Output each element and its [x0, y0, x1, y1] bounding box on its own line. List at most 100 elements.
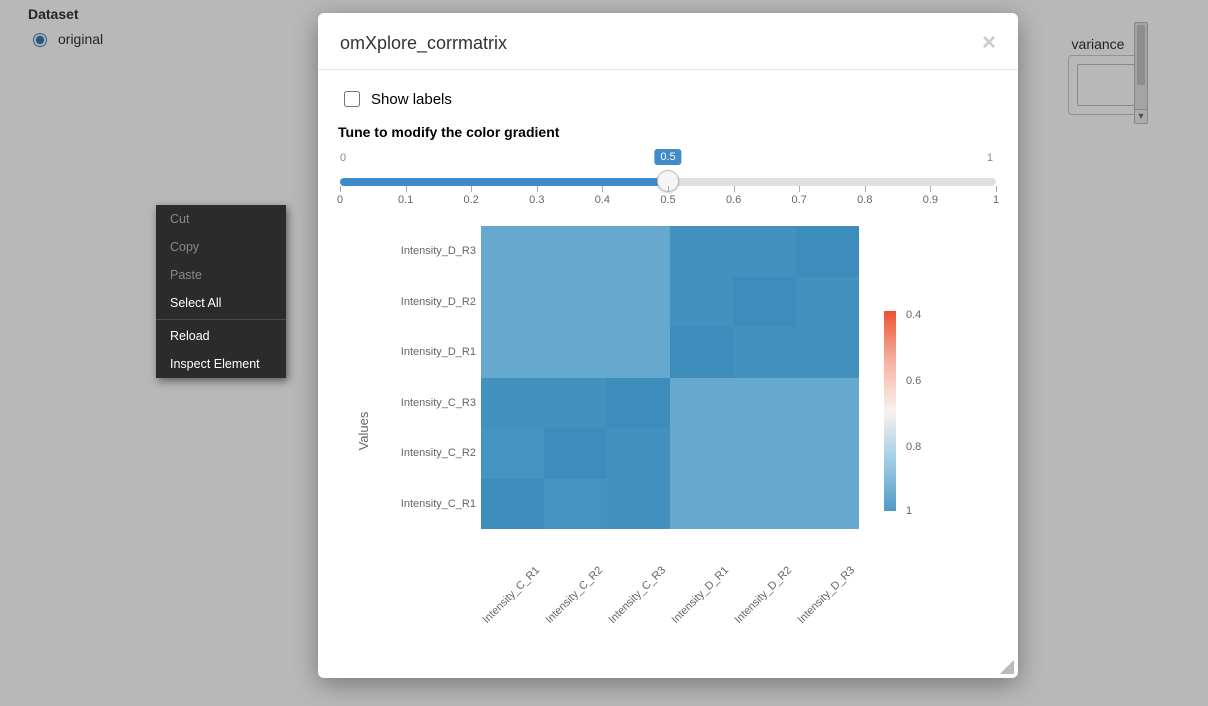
heatmap-cell[interactable]	[796, 327, 859, 378]
slider-tick-label: 0.1	[398, 194, 413, 206]
slider-tick	[996, 186, 997, 192]
heatmap-cell[interactable]	[733, 277, 796, 328]
ctx-select-all[interactable]: Select All	[156, 289, 286, 317]
slider-tick	[734, 186, 735, 192]
heatmap-cell[interactable]	[607, 277, 670, 328]
slider-tick-label: 0.6	[726, 194, 741, 206]
heatmap-cell[interactable]	[544, 327, 607, 378]
x-tick-label: Intensity_D_R1	[669, 564, 731, 626]
heatmap-cell[interactable]	[670, 277, 733, 328]
close-icon[interactable]: ×	[982, 31, 996, 55]
heatmap-cell[interactable]	[544, 479, 607, 530]
slider-tick	[799, 186, 800, 192]
slider-tick	[668, 186, 669, 192]
slider-min-label: 0	[340, 152, 346, 164]
colorbar-gradient	[884, 311, 896, 511]
x-tick-label: Intensity_C_R3	[606, 564, 668, 626]
slider-tick	[340, 186, 341, 192]
heatmap-cell[interactable]	[544, 277, 607, 328]
slider-tick-label: 0.3	[529, 194, 544, 206]
heatmap-cell[interactable]	[481, 327, 544, 378]
heatmap-cell[interactable]	[670, 327, 733, 378]
heatmap-cell[interactable]	[544, 428, 607, 479]
colorbar: 0.40.60.81	[884, 311, 954, 511]
slider-tick-label: 0.5	[660, 194, 675, 206]
heatmap-cell[interactable]	[481, 378, 544, 429]
ctx-reload[interactable]: Reload	[156, 322, 286, 350]
slider-tick-label: 0.7	[792, 194, 807, 206]
heatmap-cell[interactable]	[796, 277, 859, 328]
heatmap-cell[interactable]	[670, 378, 733, 429]
ctx-paste[interactable]: Paste	[156, 261, 286, 289]
gradient-slider[interactable]: 0 1 0.5 0 0.1 0.2 0.3 0.4 0.5 0.6 0.7 0.8 0.9 1	[340, 152, 996, 208]
heatmap-cell[interactable]	[670, 479, 733, 530]
slider-tick	[537, 186, 538, 192]
heatmap-cell[interactable]	[796, 226, 859, 277]
heatmap-cell[interactable]	[670, 428, 733, 479]
x-tick-label: Intensity_C_R2	[543, 564, 605, 626]
heatmap-cell[interactable]	[544, 226, 607, 277]
slider-max-label: 1	[987, 152, 993, 164]
x-axis-labels: Intensity_C_R1Intensity_C_R2Intensity_C_…	[481, 536, 859, 626]
heatmap-cell[interactable]	[481, 479, 544, 530]
slider-tick	[602, 186, 603, 192]
ctx-copy[interactable]: Copy	[156, 233, 286, 261]
heatmap-chart: Values Intensity_D_R3 Intensity_D_R2 Inten…	[346, 226, 998, 636]
slider-tick-label: 0.8	[857, 194, 872, 206]
slider-tick	[471, 186, 472, 192]
show-labels-text: Show labels	[371, 91, 452, 108]
slider-tick	[406, 186, 407, 192]
heatmap-cell[interactable]	[481, 428, 544, 479]
ctx-cut[interactable]: Cut	[156, 205, 286, 233]
heatmap-cell[interactable]	[796, 378, 859, 429]
heatmap-cell[interactable]	[607, 428, 670, 479]
show-labels-checkbox-row[interactable]: Show labels	[340, 88, 998, 110]
heatmap-cell[interactable]	[481, 277, 544, 328]
heatmap-cell[interactable]	[607, 226, 670, 277]
heatmap-cell[interactable]	[481, 226, 544, 277]
ctx-inspect[interactable]: Inspect Element	[156, 350, 286, 378]
y-tick-label: Intensity_C_R3	[401, 397, 476, 409]
slider-title: Tune to modify the color gradient	[338, 124, 998, 140]
modal-title: omXplore_corrmatrix	[340, 33, 507, 54]
slider-tick	[930, 186, 931, 192]
context-menu: Cut Copy Paste Select All Reload Inspect…	[156, 205, 286, 378]
corrmatrix-modal: omXplore_corrmatrix × Show labels Tune t…	[318, 13, 1018, 678]
y-tick-label: Intensity_D_R2	[401, 296, 476, 308]
heatmap-cell[interactable]	[796, 428, 859, 479]
heatmap-cell[interactable]	[733, 327, 796, 378]
colorbar-tick-label: 0.8	[906, 441, 921, 453]
slider-tick-label: 0.9	[923, 194, 938, 206]
heatmap-cell[interactable]	[796, 479, 859, 530]
modal-header: omXplore_corrmatrix ×	[318, 13, 1018, 70]
heatmap-cell[interactable]	[733, 428, 796, 479]
y-tick-label: Intensity_D_R3	[401, 245, 476, 257]
heatmap-cell[interactable]	[670, 226, 733, 277]
heatmap-cell[interactable]	[607, 479, 670, 530]
slider-tick-label: 0	[337, 194, 343, 206]
heatmap-cell[interactable]	[733, 226, 796, 277]
heatmap-grid[interactable]	[481, 226, 859, 529]
heatmap-cell[interactable]	[733, 479, 796, 530]
colorbar-tick-label: 0.4	[906, 309, 921, 321]
modal-body: Show labels Tune to modify the color gra…	[318, 70, 1018, 650]
heatmap-cell[interactable]	[607, 327, 670, 378]
show-labels-checkbox[interactable]	[344, 91, 360, 107]
y-axis-title: Values	[356, 412, 371, 451]
resize-grip-icon[interactable]	[1000, 660, 1014, 674]
colorbar-tick-label: 1	[906, 505, 912, 517]
slider-tick-label: 1	[993, 194, 999, 206]
slider-tick-label: 0.4	[595, 194, 610, 206]
heatmap-cell[interactable]	[733, 378, 796, 429]
slider-tick	[865, 186, 866, 192]
slider-value-bubble: 0.5	[654, 149, 681, 165]
x-tick-label: Intensity_C_R1	[480, 564, 542, 626]
heatmap-cell[interactable]	[544, 378, 607, 429]
y-tick-label: Intensity_C_R2	[401, 447, 476, 459]
heatmap-cell[interactable]	[607, 378, 670, 429]
x-tick-label: Intensity_D_R3	[795, 564, 857, 626]
y-tick-label: Intensity_D_R1	[401, 346, 476, 358]
ctx-separator	[156, 319, 286, 320]
y-tick-label: Intensity_C_R1	[401, 498, 476, 510]
slider-tick-label: 0.2	[464, 194, 479, 206]
